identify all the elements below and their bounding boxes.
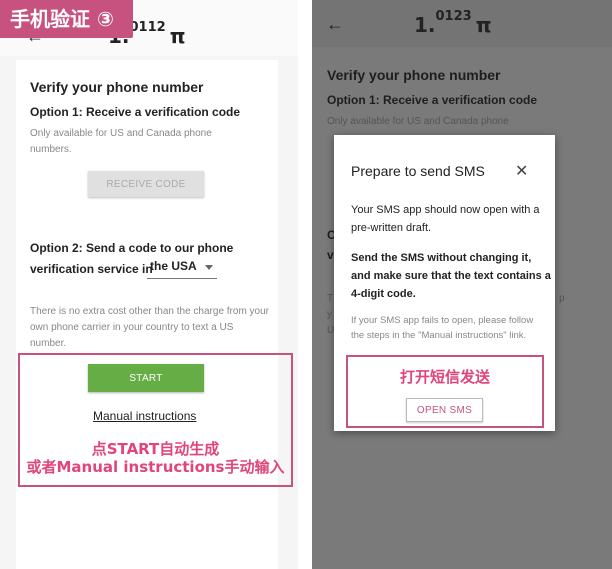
back-arrow-icon[interactable]: ← xyxy=(326,14,344,35)
dialog-text-2: Send the SMS without changing it, and ma… xyxy=(351,252,551,300)
pi-symbol-icon: π xyxy=(475,13,492,37)
dialog-text-3: If your SMS app fails to open, please fo… xyxy=(351,315,534,341)
open-sms-button[interactable]: OPEN SMS xyxy=(406,398,483,422)
pi-balance: 1.0123 π xyxy=(414,9,492,37)
dialog-text-1: Your SMS app should now open with a pre-… xyxy=(351,204,540,234)
pi-balance-main: 1. xyxy=(414,13,436,37)
occluded-text-v: v xyxy=(327,248,334,262)
receive-code-button[interactable]: RECEIVE CODE xyxy=(88,171,204,197)
caret-down-icon xyxy=(205,265,213,270)
dialog-title: Prepare to send SMS xyxy=(351,163,485,179)
occluded-text-y: y xyxy=(327,309,332,320)
annotation-left-line2: 或者Manual instructions手动输入 xyxy=(26,458,285,476)
country-value: the USA xyxy=(150,259,197,273)
option1-note: Only available for US and Canada phone n… xyxy=(30,128,212,155)
pi-symbol-icon: π xyxy=(169,24,186,48)
top-bar: ← 1.0123 π xyxy=(312,0,612,47)
option1-title: Option 1: Receive a verification code xyxy=(30,105,241,119)
option1-note: Only available for US and Canada phone xyxy=(327,116,509,127)
close-icon[interactable]: ✕ xyxy=(515,161,528,181)
occluded-text-p: p xyxy=(559,293,565,304)
annotation-right: 打开短信发送 xyxy=(399,368,490,386)
step-tag: 手机验证 ③ xyxy=(0,0,133,38)
page-title: Verify your phone number xyxy=(30,79,204,95)
option1-title: Option 1: Receive a verification code xyxy=(327,93,538,107)
option2-note: There is no extra cost other than the ch… xyxy=(30,306,270,349)
pi-balance-decimals: 0112 xyxy=(129,20,166,36)
pi-balance-decimals: 0123 xyxy=(435,9,472,25)
country-select[interactable]: the USA xyxy=(147,256,217,279)
page-title: Verify your phone number xyxy=(327,67,501,83)
occluded-text-t: T xyxy=(327,293,334,304)
